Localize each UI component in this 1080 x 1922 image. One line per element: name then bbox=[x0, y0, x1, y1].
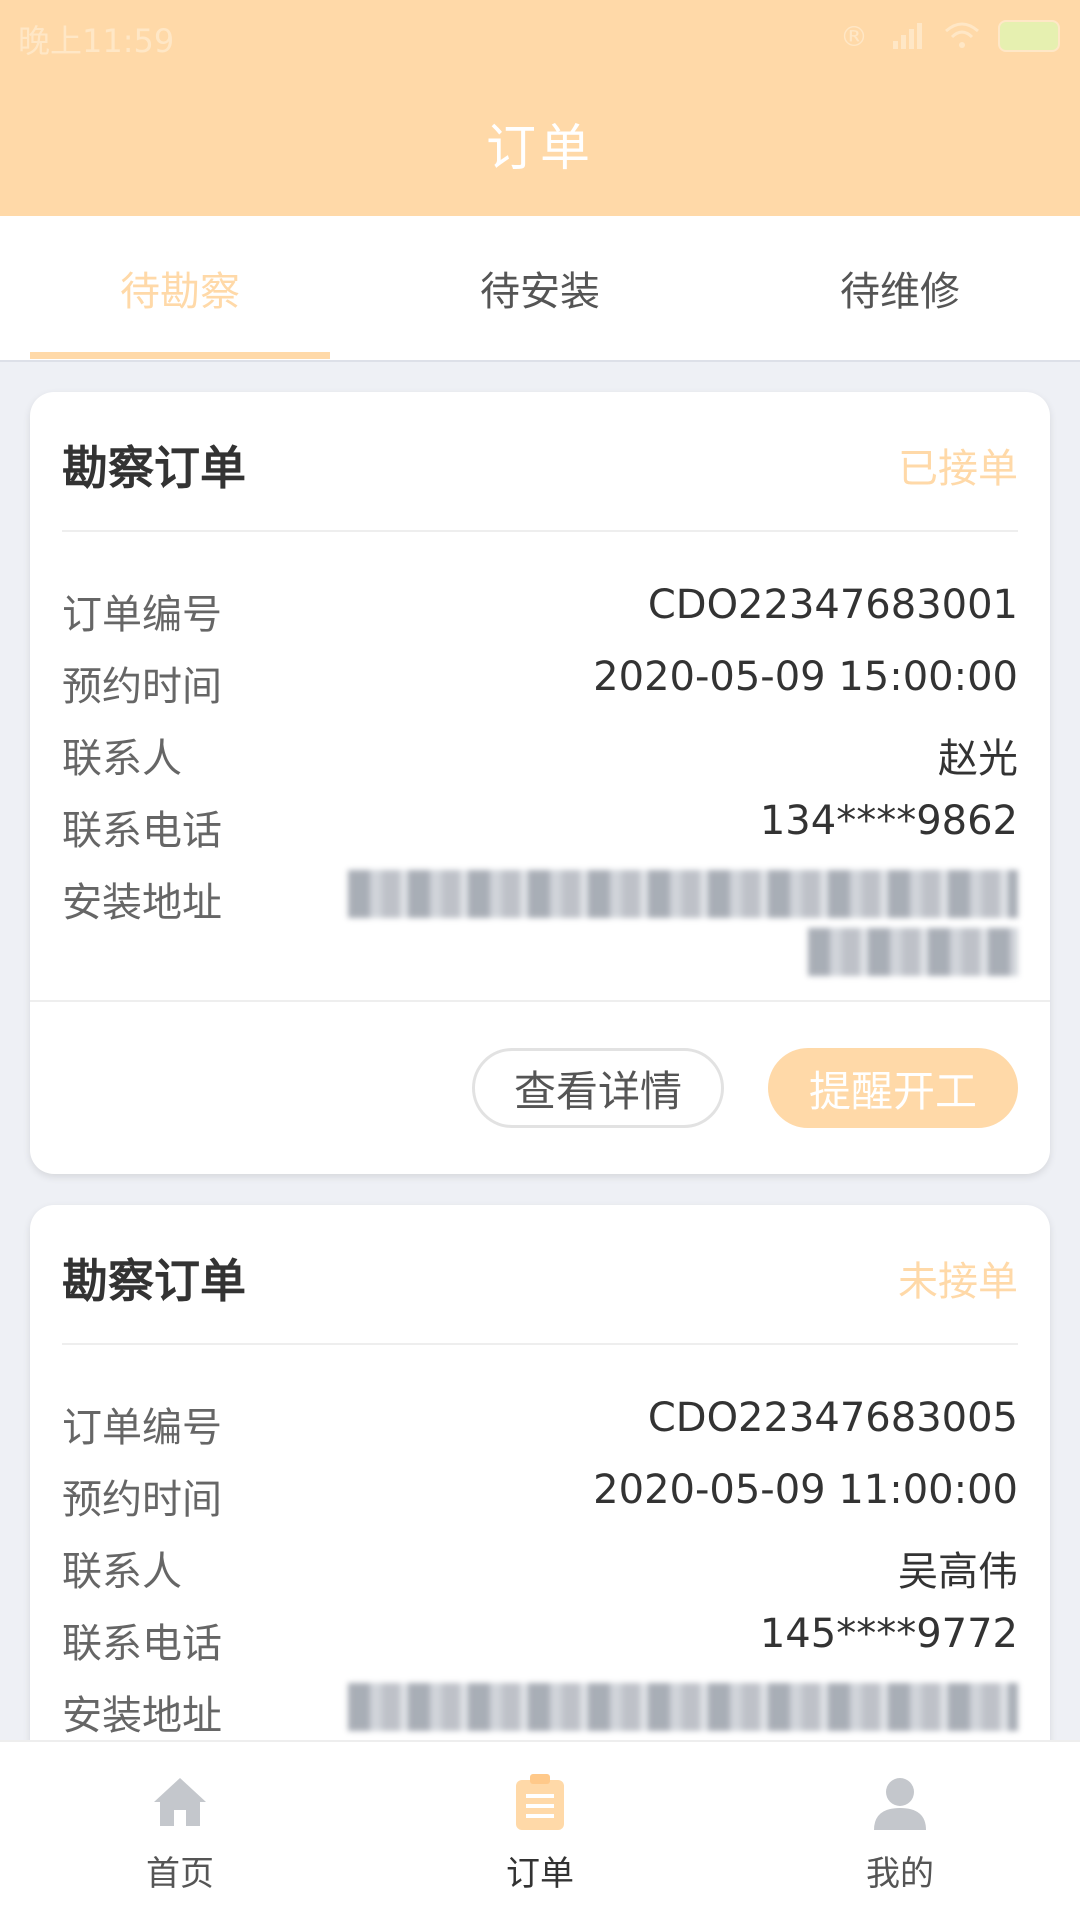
field-row: 预约时间 2020-05-09 15:00:00 bbox=[62, 654, 1018, 714]
redacted-line bbox=[348, 870, 1018, 918]
card-divider bbox=[30, 1000, 1050, 1002]
redacted-line bbox=[808, 928, 1018, 976]
field-row: 订单编号 CDO22347683005 bbox=[62, 1395, 1018, 1455]
card-title: 勘察订单 bbox=[62, 441, 246, 495]
redacted-line bbox=[348, 1683, 1018, 1731]
status-badge: 未接单 bbox=[898, 1259, 1018, 1305]
card-header: 勘察订单 已接单 bbox=[62, 392, 1018, 532]
field-row: 联系电话 145****9772 bbox=[62, 1611, 1018, 1671]
clipboard-icon bbox=[510, 1772, 570, 1832]
field-label: 安装地址 bbox=[62, 1693, 222, 1739]
field-label: 预约时间 bbox=[62, 1477, 222, 1523]
view-details-button[interactable]: 查看详情 bbox=[472, 1048, 724, 1128]
order-tabs: 待勘察 待安装 待维修 bbox=[0, 216, 1080, 362]
field-row: 订单编号 CDO22347683001 bbox=[62, 582, 1018, 642]
field-label: 联系电话 bbox=[62, 1621, 222, 1667]
status-icons: ® bbox=[836, 18, 1060, 54]
contact-phone: 134****9862 bbox=[759, 798, 1018, 844]
field-label: 安装地址 bbox=[62, 880, 222, 926]
home-icon bbox=[150, 1772, 210, 1832]
tab-pending-survey[interactable]: 待勘察 bbox=[30, 216, 330, 360]
appointment-time: 2020-05-09 11:00:00 bbox=[593, 1467, 1018, 1513]
field-label: 订单编号 bbox=[62, 592, 222, 638]
wifi-icon bbox=[944, 18, 980, 54]
remind-start-button[interactable]: 提醒开工 bbox=[768, 1048, 1018, 1128]
signal-icon bbox=[890, 18, 926, 54]
nav-orders[interactable]: 订单 bbox=[420, 1742, 660, 1922]
field-row: 预约时间 2020-05-09 11:00:00 bbox=[62, 1467, 1018, 1527]
field-label: 联系人 bbox=[62, 1549, 182, 1595]
page-title: 订单 bbox=[486, 119, 594, 177]
tab-pending-install[interactable]: 待安装 bbox=[390, 216, 690, 360]
field-label: 联系电话 bbox=[62, 808, 222, 854]
order-number: CDO22347683001 bbox=[647, 582, 1018, 628]
status-bar: 晚上11:59 ® bbox=[0, 0, 1080, 76]
field-label: 订单编号 bbox=[62, 1405, 222, 1451]
field-label: 联系人 bbox=[62, 736, 182, 782]
nav-profile[interactable]: 我的 bbox=[780, 1742, 1020, 1922]
active-tab-indicator bbox=[30, 352, 330, 359]
status-time: 晚上11:59 bbox=[18, 22, 175, 60]
field-label: 预约时间 bbox=[62, 664, 222, 710]
nav-label: 首页 bbox=[146, 1854, 214, 1894]
address-redacted bbox=[338, 1683, 1018, 1743]
order-number: CDO22347683005 bbox=[647, 1395, 1018, 1441]
app-header: 晚上11:59 ® 订单 bbox=[0, 0, 1080, 216]
card-title: 勘察订单 bbox=[62, 1254, 246, 1308]
contact-phone: 145****9772 bbox=[759, 1611, 1018, 1657]
tab-pending-repair[interactable]: 待维修 bbox=[750, 216, 1050, 360]
contact-name: 吴高伟 bbox=[898, 1549, 1018, 1595]
user-icon bbox=[870, 1772, 930, 1832]
appointment-time: 2020-05-09 15:00:00 bbox=[593, 654, 1018, 700]
field-row: 联系电话 134****9862 bbox=[62, 798, 1018, 858]
card-header: 勘察订单 未接单 bbox=[62, 1205, 1018, 1345]
battery-icon bbox=[998, 20, 1060, 52]
address-redacted bbox=[338, 870, 1018, 990]
bottom-navigation: 首页 订单 我的 bbox=[0, 1740, 1080, 1922]
contact-name: 赵光 bbox=[938, 736, 1018, 782]
order-card[interactable]: 勘察订单 已接单 订单编号 CDO22347683001 预约时间 2020-0… bbox=[30, 392, 1050, 1174]
nav-home[interactable]: 首页 bbox=[60, 1742, 300, 1922]
nav-label: 我的 bbox=[866, 1854, 934, 1894]
order-card[interactable]: 勘察订单 未接单 订单编号 CDO22347683005 预约时间 2020-0… bbox=[30, 1205, 1050, 1765]
registered-icon: ® bbox=[840, 19, 868, 53]
field-row: 联系人 赵光 bbox=[62, 726, 1018, 786]
nav-label: 订单 bbox=[506, 1854, 574, 1894]
field-row: 联系人 吴高伟 bbox=[62, 1539, 1018, 1599]
status-badge: 已接单 bbox=[898, 446, 1018, 492]
